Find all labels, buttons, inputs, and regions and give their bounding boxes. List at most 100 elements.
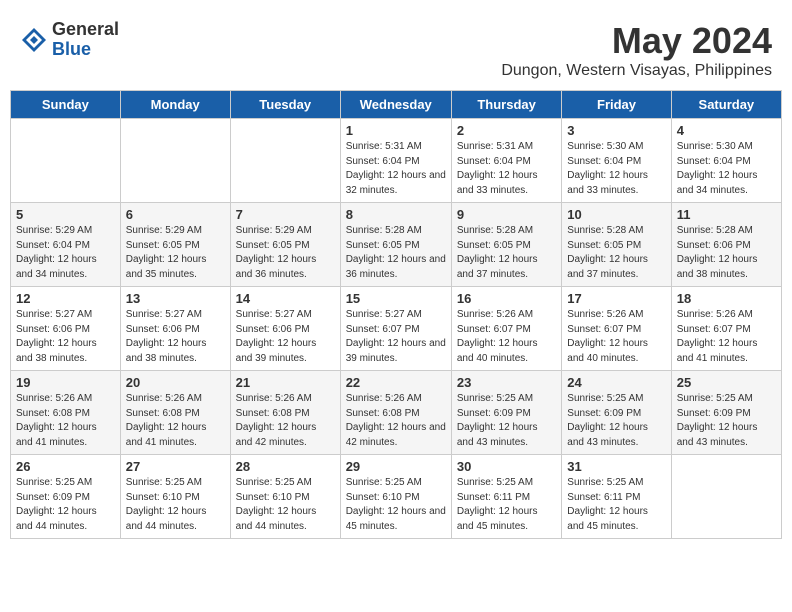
calendar-cell: 25 Sunrise: 5:25 AM Sunset: 6:09 PM Dayli… bbox=[671, 371, 781, 455]
day-info: Sunrise: 5:29 AM Sunset: 6:05 PM Dayligh… bbox=[236, 224, 335, 282]
day-info: Sunrise: 5:28 AM Sunset: 6:06 PM Dayligh… bbox=[677, 224, 776, 282]
calendar-cell: 13Sunrise: 5:27 AM Sunset: 6:06 PM Dayli… bbox=[120, 287, 230, 371]
day-info: Sunrise: 5:25 AM Sunset: 6:10 PM Dayligh… bbox=[126, 476, 225, 534]
calendar-cell: 2 Sunrise: 5:31 AM Sunset: 6:04 PM Daylig… bbox=[451, 119, 561, 203]
logo-general: General bbox=[52, 20, 119, 40]
logo-icon bbox=[20, 26, 48, 54]
day-number: 16 bbox=[457, 291, 556, 306]
header-sunday: Sunday bbox=[11, 91, 121, 119]
day-info: Sunrise: 5:28 AM Sunset: 6:05 PM Dayligh… bbox=[346, 224, 446, 282]
day-number: 17 bbox=[567, 291, 665, 306]
logo-blue: Blue bbox=[52, 40, 119, 60]
day-info: Sunrise: 5:25 AM Sunset: 6:11 PM Dayligh… bbox=[457, 476, 556, 534]
day-info: Sunrise: 5:25 AM Sunset: 6:11 PM Dayligh… bbox=[567, 476, 665, 534]
day-number: 28 bbox=[236, 459, 335, 474]
day-info: Sunrise: 5:25 AM Sunset: 6:09 PM Dayligh… bbox=[677, 392, 776, 450]
calendar-cell: 23 Sunrise: 5:25 AM Sunset: 6:09 PM Dayli… bbox=[451, 371, 561, 455]
day-number: 5 bbox=[16, 207, 115, 222]
day-info: Sunrise: 5:25 AM Sunset: 6:09 PM Dayligh… bbox=[457, 392, 556, 450]
day-number: 8 bbox=[346, 207, 446, 222]
day-info: Sunrise: 5:31 AM Sunset: 6:04 PM Dayligh… bbox=[457, 140, 556, 198]
calendar-cell: 1 Sunrise: 5:31 AM Sunset: 6:04 PM Daylig… bbox=[340, 119, 451, 203]
header-tuesday: Tuesday bbox=[230, 91, 340, 119]
day-info: Sunrise: 5:29 AM Sunset: 6:04 PM Dayligh… bbox=[16, 224, 115, 282]
calendar-cell: 3Sunrise: 5:30 AM Sunset: 6:04 PM Daylig… bbox=[562, 119, 671, 203]
calendar-cell: 21Sunrise: 5:26 AM Sunset: 6:08 PM Dayli… bbox=[230, 371, 340, 455]
calendar-cell: 6 Sunrise: 5:29 AM Sunset: 6:05 PM Daylig… bbox=[120, 203, 230, 287]
calendar-cell: 28 Sunrise: 5:25 AM Sunset: 6:10 PM Dayli… bbox=[230, 455, 340, 539]
day-info: Sunrise: 5:30 AM Sunset: 6:04 PM Dayligh… bbox=[677, 140, 776, 198]
day-number: 23 bbox=[457, 375, 556, 390]
day-info: Sunrise: 5:29 AM Sunset: 6:05 PM Dayligh… bbox=[126, 224, 225, 282]
day-number: 15 bbox=[346, 291, 446, 306]
day-number: 21 bbox=[236, 375, 335, 390]
calendar-cell: 19 Sunrise: 5:26 AM Sunset: 6:08 PM Dayli… bbox=[11, 371, 121, 455]
calendar-cell: 24 Sunrise: 5:25 AM Sunset: 6:09 PM Dayli… bbox=[562, 371, 671, 455]
day-number: 12 bbox=[16, 291, 115, 306]
calendar-cell: 14 Sunrise: 5:27 AM Sunset: 6:06 PM Dayli… bbox=[230, 287, 340, 371]
calendar-cell: 30 Sunrise: 5:25 AM Sunset: 6:11 PM Dayli… bbox=[451, 455, 561, 539]
day-number: 27 bbox=[126, 459, 225, 474]
day-info: Sunrise: 5:25 AM Sunset: 6:09 PM Dayligh… bbox=[567, 392, 665, 450]
day-number: 6 bbox=[126, 207, 225, 222]
day-number: 14 bbox=[236, 291, 335, 306]
page-title: May 2024 bbox=[501, 20, 772, 62]
calendar-cell: 20Sunrise: 5:26 AM Sunset: 6:08 PM Dayli… bbox=[120, 371, 230, 455]
calendar-week-2: 5 Sunrise: 5:29 AM Sunset: 6:04 PM Daylig… bbox=[11, 203, 782, 287]
calendar-cell bbox=[230, 119, 340, 203]
day-info: Sunrise: 5:28 AM Sunset: 6:05 PM Dayligh… bbox=[567, 224, 665, 282]
day-number: 19 bbox=[16, 375, 115, 390]
day-info: Sunrise: 5:26 AM Sunset: 6:08 PM Dayligh… bbox=[16, 392, 115, 450]
title-area: May 2024 Dungon, Western Visayas, Philip… bbox=[501, 20, 772, 80]
day-number: 11 bbox=[677, 207, 776, 222]
day-info: Sunrise: 5:27 AM Sunset: 6:07 PM Dayligh… bbox=[346, 308, 446, 366]
day-info: Sunrise: 5:26 AM Sunset: 6:07 PM Dayligh… bbox=[567, 308, 665, 366]
day-info: Sunrise: 5:28 AM Sunset: 6:05 PM Dayligh… bbox=[457, 224, 556, 282]
calendar: Sunday Monday Tuesday Wednesday Thursday… bbox=[10, 90, 782, 539]
calendar-cell: 5 Sunrise: 5:29 AM Sunset: 6:04 PM Daylig… bbox=[11, 203, 121, 287]
calendar-cell: 7Sunrise: 5:29 AM Sunset: 6:05 PM Daylig… bbox=[230, 203, 340, 287]
day-number: 30 bbox=[457, 459, 556, 474]
day-info: Sunrise: 5:27 AM Sunset: 6:06 PM Dayligh… bbox=[126, 308, 225, 366]
calendar-cell: 26Sunrise: 5:25 AM Sunset: 6:09 PM Dayli… bbox=[11, 455, 121, 539]
header-saturday: Saturday bbox=[671, 91, 781, 119]
day-number: 29 bbox=[346, 459, 446, 474]
day-number: 1 bbox=[346, 123, 446, 138]
day-info: Sunrise: 5:26 AM Sunset: 6:08 PM Dayligh… bbox=[346, 392, 446, 450]
day-info: Sunrise: 5:27 AM Sunset: 6:06 PM Dayligh… bbox=[16, 308, 115, 366]
day-info: Sunrise: 5:26 AM Sunset: 6:08 PM Dayligh… bbox=[126, 392, 225, 450]
header-friday: Friday bbox=[562, 91, 671, 119]
calendar-cell: 12 Sunrise: 5:27 AM Sunset: 6:06 PM Dayli… bbox=[11, 287, 121, 371]
day-info: Sunrise: 5:25 AM Sunset: 6:09 PM Dayligh… bbox=[16, 476, 115, 534]
day-number: 18 bbox=[677, 291, 776, 306]
day-number: 31 bbox=[567, 459, 665, 474]
day-number: 24 bbox=[567, 375, 665, 390]
calendar-week-1: 1 Sunrise: 5:31 AM Sunset: 6:04 PM Daylig… bbox=[11, 119, 782, 203]
day-number: 9 bbox=[457, 207, 556, 222]
calendar-header-row: Sunday Monday Tuesday Wednesday Thursday… bbox=[11, 91, 782, 119]
logo: General Blue bbox=[20, 20, 119, 60]
calendar-week-3: 12 Sunrise: 5:27 AM Sunset: 6:06 PM Dayli… bbox=[11, 287, 782, 371]
day-info: Sunrise: 5:25 AM Sunset: 6:10 PM Dayligh… bbox=[236, 476, 335, 534]
day-number: 10 bbox=[567, 207, 665, 222]
calendar-cell bbox=[11, 119, 121, 203]
day-number: 25 bbox=[677, 375, 776, 390]
calendar-cell: 11 Sunrise: 5:28 AM Sunset: 6:06 PM Dayli… bbox=[671, 203, 781, 287]
calendar-cell bbox=[120, 119, 230, 203]
calendar-cell: 16Sunrise: 5:26 AM Sunset: 6:07 PM Dayli… bbox=[451, 287, 561, 371]
header-thursday: Thursday bbox=[451, 91, 561, 119]
calendar-cell: 15 Sunrise: 5:27 AM Sunset: 6:07 PM Dayli… bbox=[340, 287, 451, 371]
calendar-cell: 22Sunrise: 5:26 AM Sunset: 6:08 PM Dayli… bbox=[340, 371, 451, 455]
day-number: 2 bbox=[457, 123, 556, 138]
calendar-cell: 31 Sunrise: 5:25 AM Sunset: 6:11 PM Dayli… bbox=[562, 455, 671, 539]
day-info: Sunrise: 5:25 AM Sunset: 6:10 PM Dayligh… bbox=[346, 476, 446, 534]
header: General Blue May 2024 Dungon, Western Vi… bbox=[10, 10, 782, 85]
day-info: Sunrise: 5:31 AM Sunset: 6:04 PM Dayligh… bbox=[346, 140, 446, 198]
page-subtitle: Dungon, Western Visayas, Philippines bbox=[501, 62, 772, 80]
calendar-cell: 4 Sunrise: 5:30 AM Sunset: 6:04 PM Daylig… bbox=[671, 119, 781, 203]
day-number: 4 bbox=[677, 123, 776, 138]
calendar-cell: 9 Sunrise: 5:28 AM Sunset: 6:05 PM Daylig… bbox=[451, 203, 561, 287]
day-info: Sunrise: 5:27 AM Sunset: 6:06 PM Dayligh… bbox=[236, 308, 335, 366]
calendar-cell bbox=[671, 455, 781, 539]
calendar-cell: 18Sunrise: 5:26 AM Sunset: 6:07 PM Dayli… bbox=[671, 287, 781, 371]
